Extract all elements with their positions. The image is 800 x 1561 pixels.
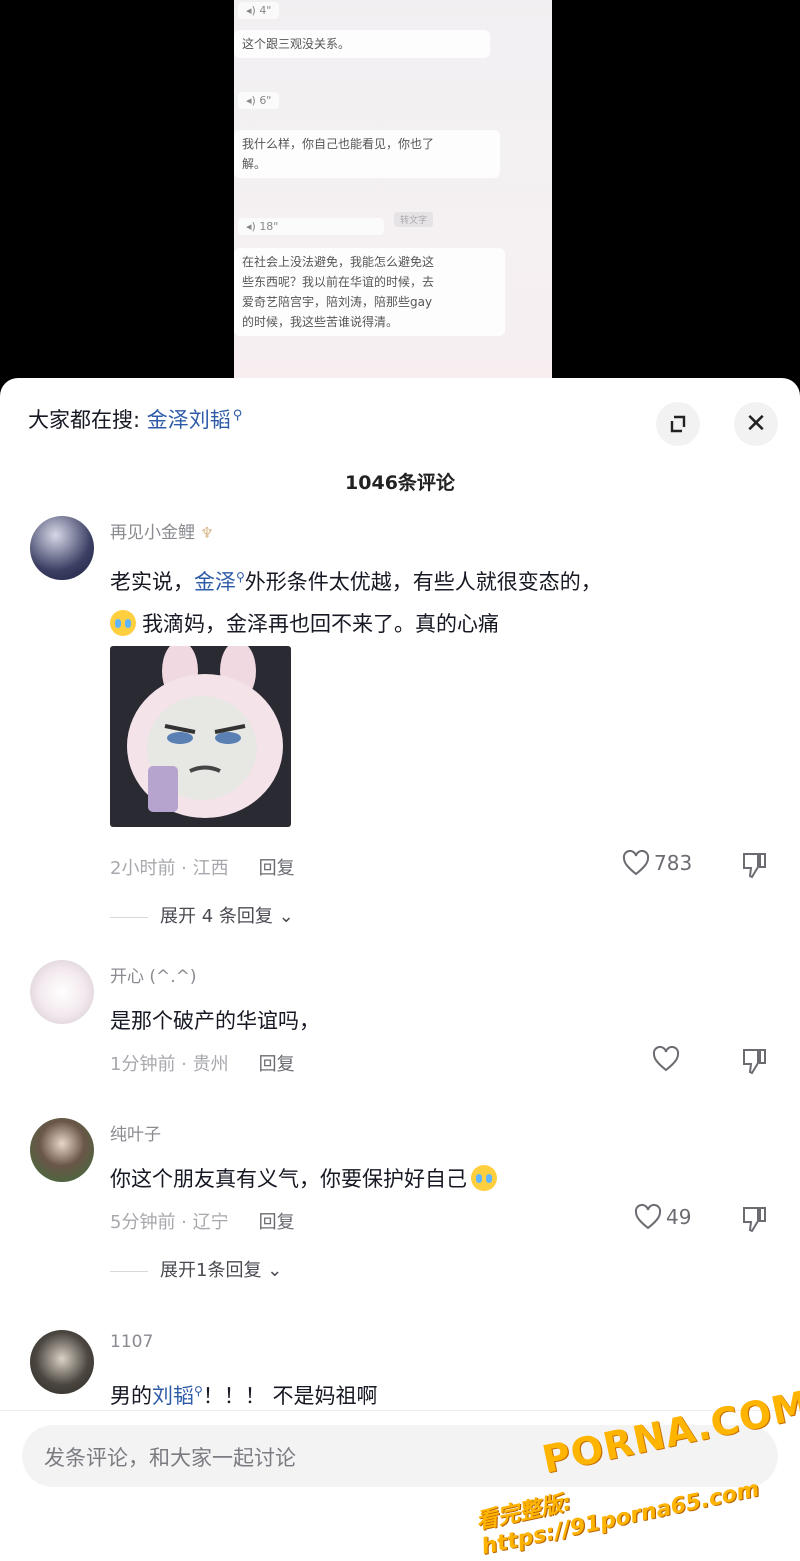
heart-icon <box>634 1204 662 1230</box>
avatar[interactable] <box>30 1330 94 1394</box>
comment-text: 你这个朋友真有义气，你要保护好自己 <box>110 1158 750 1200</box>
comment-item: 纯叶子 你这个朋友真有义气，你要保护好自己 5分钟前 · 辽宁 回复 49 展开1… <box>0 1116 800 1316</box>
like-count: 49 <box>666 1205 692 1229</box>
chat-message: 在社会上没法避免，我能怎么避免这 些东西呢？我以前在华谊的时候，去 爱奇艺陪宫宇，… <box>234 248 505 336</box>
thumbs-down-icon <box>743 853 766 879</box>
heart-icon <box>622 850 650 876</box>
close-icon: ✕ <box>745 409 767 439</box>
dislike-button[interactable] <box>738 1046 768 1076</box>
chat-screenshot-image: ◂) 4" 这个跟三观没关系。 ◂) 6" 我什么样，你自己也能看见，你也了 解。… <box>234 0 552 395</box>
comment-input-placeholder: 发条评论，和大家一起讨论 <box>44 1446 296 1470</box>
crying-emoji-icon <box>110 610 136 636</box>
chat-message: 这个跟三观没关系。 <box>234 30 490 58</box>
comment-item: 再见小金鲤 ♆ 老实说，金泽⚲外形条件太优越，有些人就很变态的， 我滴妈，金泽再… <box>0 514 800 934</box>
like-button[interactable]: 49 <box>634 1204 691 1230</box>
comment-meta: 1分钟前 · 贵州 回复 <box>110 1054 295 1075</box>
avatar[interactable] <box>30 516 94 580</box>
voice-message-chip: ◂) 6" <box>238 92 280 109</box>
search-icon: ⚲ <box>232 408 243 423</box>
comment-username[interactable]: 1107 <box>110 1332 153 1352</box>
search-keyword-link[interactable]: 金泽刘韬 <box>147 408 231 432</box>
comment-item: 1107 男的刘韬⚲！！！ 不是妈祖啊 <box>0 1328 800 1418</box>
reply-button[interactable]: 回复 <box>259 858 295 879</box>
expand-icon <box>670 415 686 433</box>
search-icon: ⚲ <box>236 570 245 584</box>
expand-replies-button[interactable]: 展开 4 条回复 ⌄ <box>110 902 294 928</box>
chevron-down-icon: ⌄ <box>267 1260 283 1281</box>
badge-icon: ♆ <box>200 524 214 542</box>
search-icon: ⚲ <box>194 1384 203 1398</box>
dislike-button[interactable] <box>738 1204 768 1234</box>
comment-text: 老实说，金泽⚲外形条件太优越，有些人就很变态的， 我滴妈，金泽再也回不来了。真的… <box>110 570 602 636</box>
thumbs-down-icon <box>743 1207 766 1233</box>
comments-sheet: 大家都在搜: 金泽刘韬 ⚲ ✕ 1046条评论 再见小金鲤 ♆ 老实说，金泽⚲外形… <box>0 378 800 1560</box>
thumbs-down-icon <box>743 1049 766 1075</box>
divider-line <box>110 916 148 918</box>
like-count: 783 <box>654 851 693 875</box>
keyword-link[interactable]: 刘韬 <box>152 1384 194 1408</box>
search-prefix: 大家都在搜: <box>28 408 141 432</box>
meme-sticker-icon <box>110 646 291 827</box>
chevron-down-icon: ⌄ <box>278 906 294 927</box>
expand-sheet-button[interactable] <box>656 402 700 446</box>
comment-username[interactable]: 开心 (^.^) <box>110 962 197 987</box>
reply-button[interactable]: 回复 <box>259 1212 295 1233</box>
dislike-button[interactable] <box>738 850 768 880</box>
like-button[interactable] <box>652 1046 680 1072</box>
comment-item: 开心 (^.^) 是那个破产的华谊吗， 1分钟前 · 贵州 回复 <box>0 958 800 1088</box>
expand-replies-button[interactable]: 展开1条回复 ⌄ <box>110 1256 282 1282</box>
keyword-link[interactable]: 金泽 <box>194 570 236 594</box>
divider-line <box>110 1270 148 1272</box>
comment-meta: 2小时前 · 江西 回复 <box>110 858 295 879</box>
comment-meta: 5分钟前 · 辽宁 回复 <box>110 1212 295 1233</box>
like-button[interactable]: 783 <box>622 850 692 876</box>
comment-count-title: 1046条评论 <box>345 472 455 494</box>
transcribe-tag: 转文字 <box>394 212 434 227</box>
chat-message: 我什么样，你自己也能看见，你也了 解。 <box>234 130 500 178</box>
comment-text: 是那个破产的华谊吗， <box>110 1009 320 1033</box>
avatar[interactable] <box>30 1118 94 1182</box>
video-area[interactable]: ◂) 4" 这个跟三观没关系。 ◂) 6" 我什么样，你自己也能看见，你也了 解。… <box>0 0 800 395</box>
avatar[interactable] <box>30 960 94 1024</box>
voice-message-chip: ◂) 4" <box>238 2 280 19</box>
trending-search[interactable]: 大家都在搜: 金泽刘韬 ⚲ <box>28 404 242 434</box>
crying-emoji-icon <box>471 1165 497 1191</box>
close-button[interactable]: ✕ <box>734 402 778 446</box>
sticker-image[interactable] <box>110 646 291 827</box>
comment-username[interactable]: 纯叶子 <box>110 1120 161 1145</box>
voice-message-chip: ◂) 18" <box>238 218 384 235</box>
heart-icon <box>652 1046 680 1072</box>
comment-username[interactable]: 再见小金鲤 ♆ <box>110 518 214 543</box>
reply-button[interactable]: 回复 <box>259 1054 295 1075</box>
